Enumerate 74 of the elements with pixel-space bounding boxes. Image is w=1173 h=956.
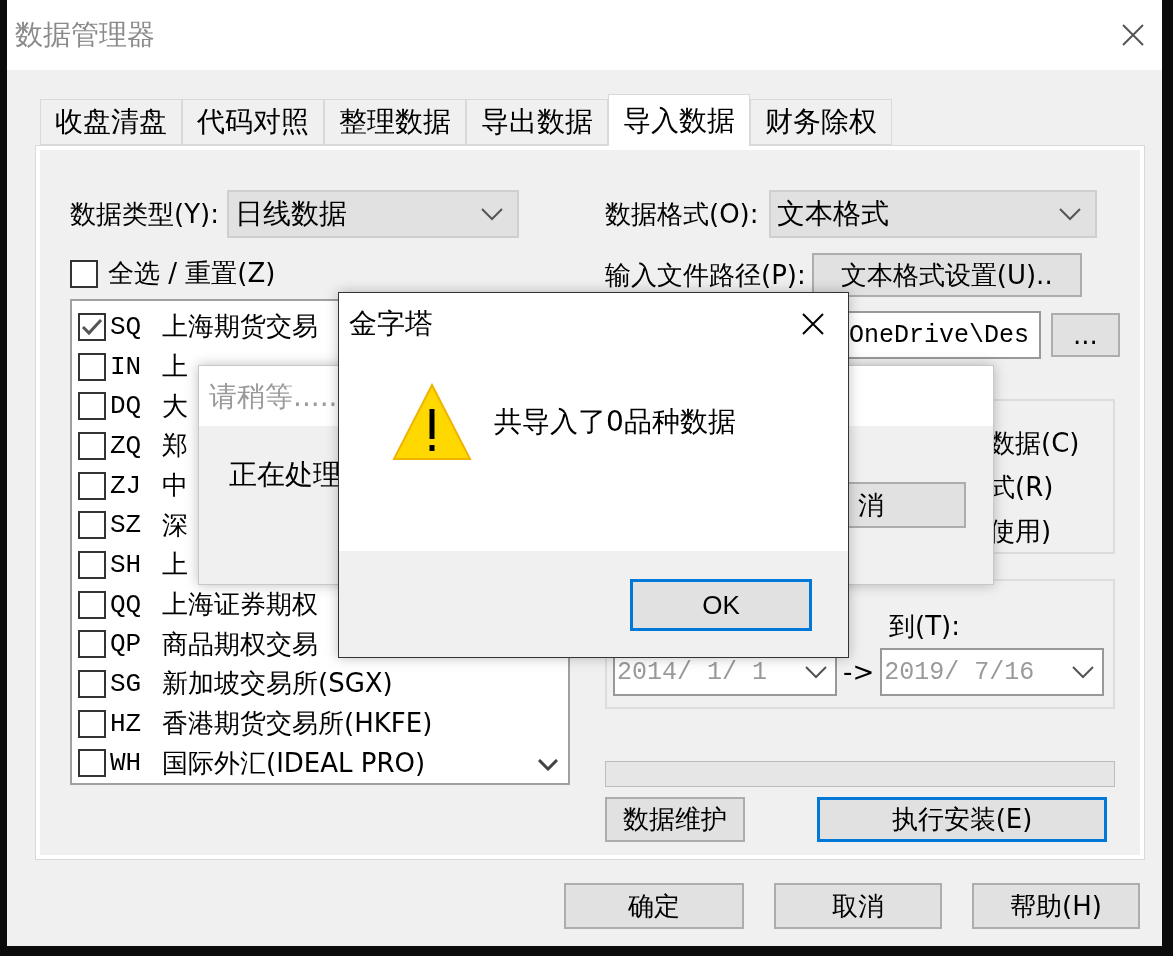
exchange-code: SG [110,668,143,699]
checkbox[interactable] [78,669,106,698]
browse-button[interactable]: ... [1051,313,1120,357]
cancel-button[interactable]: 消 [846,482,966,528]
field-label: 数据类型(Y): [70,197,219,231]
exchange-code: ZQ [110,430,143,461]
dialog-title: 请稍等..... [209,379,338,415]
dialog-message: 正在处理 [229,457,341,493]
dialog-message: 共导入了0品种数据 [494,404,736,440]
tab[interactable]: 整理数据 [324,99,466,145]
dropdown-icon [805,665,827,679]
tab[interactable]: 导出数据 [466,99,608,145]
checkbox[interactable] [78,749,106,778]
exchange-code: SH [110,549,143,580]
exchange-name: 国际外汇(IDEAL PRO) [162,746,426,780]
exchange-name: 新加坡交易所(SGX) [162,667,393,701]
data-type-dropdown[interactable]: 日线数据 [226,190,519,238]
exchange-code: QP [110,629,143,660]
window-title: 数据管理器 [15,17,155,53]
checkbox[interactable] [78,511,106,540]
exchange-code: DQ [110,391,143,422]
exchange-code: IN [110,351,143,382]
exchange-name: 香港期货交易所(HKFE) [162,707,433,741]
footer-button[interactable]: 帮助(H) [972,883,1140,929]
checkbox[interactable] [78,352,106,381]
checkbox[interactable] [78,431,106,460]
exchange-code: HZ [110,708,143,739]
exchange-name: 上 [162,350,188,383]
exchange-name: 中 [162,469,188,502]
exchange-name: 商品期权交易 [162,627,318,661]
warning-icon [392,383,472,461]
checkbox-label: 全选 / 重置(Z) [108,257,276,290]
checkbox[interactable] [78,312,106,341]
close-icon [802,313,824,335]
exchange-name: 大 [162,389,188,423]
checkbox[interactable] [78,590,106,619]
checkbox[interactable] [70,259,98,288]
dropdown-icon [1072,665,1095,679]
field-label: 数据格式(O): [605,197,759,231]
arrow-text: -> [843,657,875,687]
close-icon [1122,24,1144,46]
ok-button[interactable]: OK [630,579,812,631]
tab[interactable]: 导入数据 [608,94,750,146]
action-button[interactable]: 执行安装(E) [817,797,1107,842]
checkbox[interactable] [78,392,106,421]
exchange-code: QQ [110,589,143,620]
chevron-down-icon [480,207,503,221]
exchange-name: 上海证券期权 [162,588,318,622]
field-label: 到(T): [889,610,960,643]
action-button[interactable]: 数据维护 [605,797,745,842]
checkbox[interactable] [78,709,106,738]
data-format-dropdown[interactable]: 文本格式 [768,190,1097,238]
dialog-title: 金字塔 [349,306,433,342]
exchange-name: 深 [162,508,188,542]
exchange-name: 上海期货交易 [162,310,318,344]
checkbox[interactable] [78,471,106,500]
tab[interactable]: 财务除权 [750,99,892,145]
exchange-code: WH [110,748,143,779]
scroll-down-icon[interactable] [538,759,558,771]
exchange-code: ZJ [110,470,143,501]
field-label: 输入文件路径(P): [605,258,806,292]
checkbox[interactable] [78,550,106,579]
exchange-name: 上 [162,548,188,582]
footer-button[interactable]: 取消 [774,883,942,929]
tab[interactable]: 收盘清盘 [40,99,182,145]
chevron-down-icon [1058,207,1081,221]
exchange-code: SQ [110,311,143,342]
tab[interactable]: 代码对照 [182,99,324,145]
exchange-code: SZ [110,510,143,541]
checkbox[interactable] [78,630,106,659]
exchange-name: 郑 [162,429,188,463]
checkmark-icon [81,317,103,336]
text-format-settings-button[interactable]: 文本格式设置(U).. [811,253,1082,297]
footer-button[interactable]: 确定 [564,883,744,929]
